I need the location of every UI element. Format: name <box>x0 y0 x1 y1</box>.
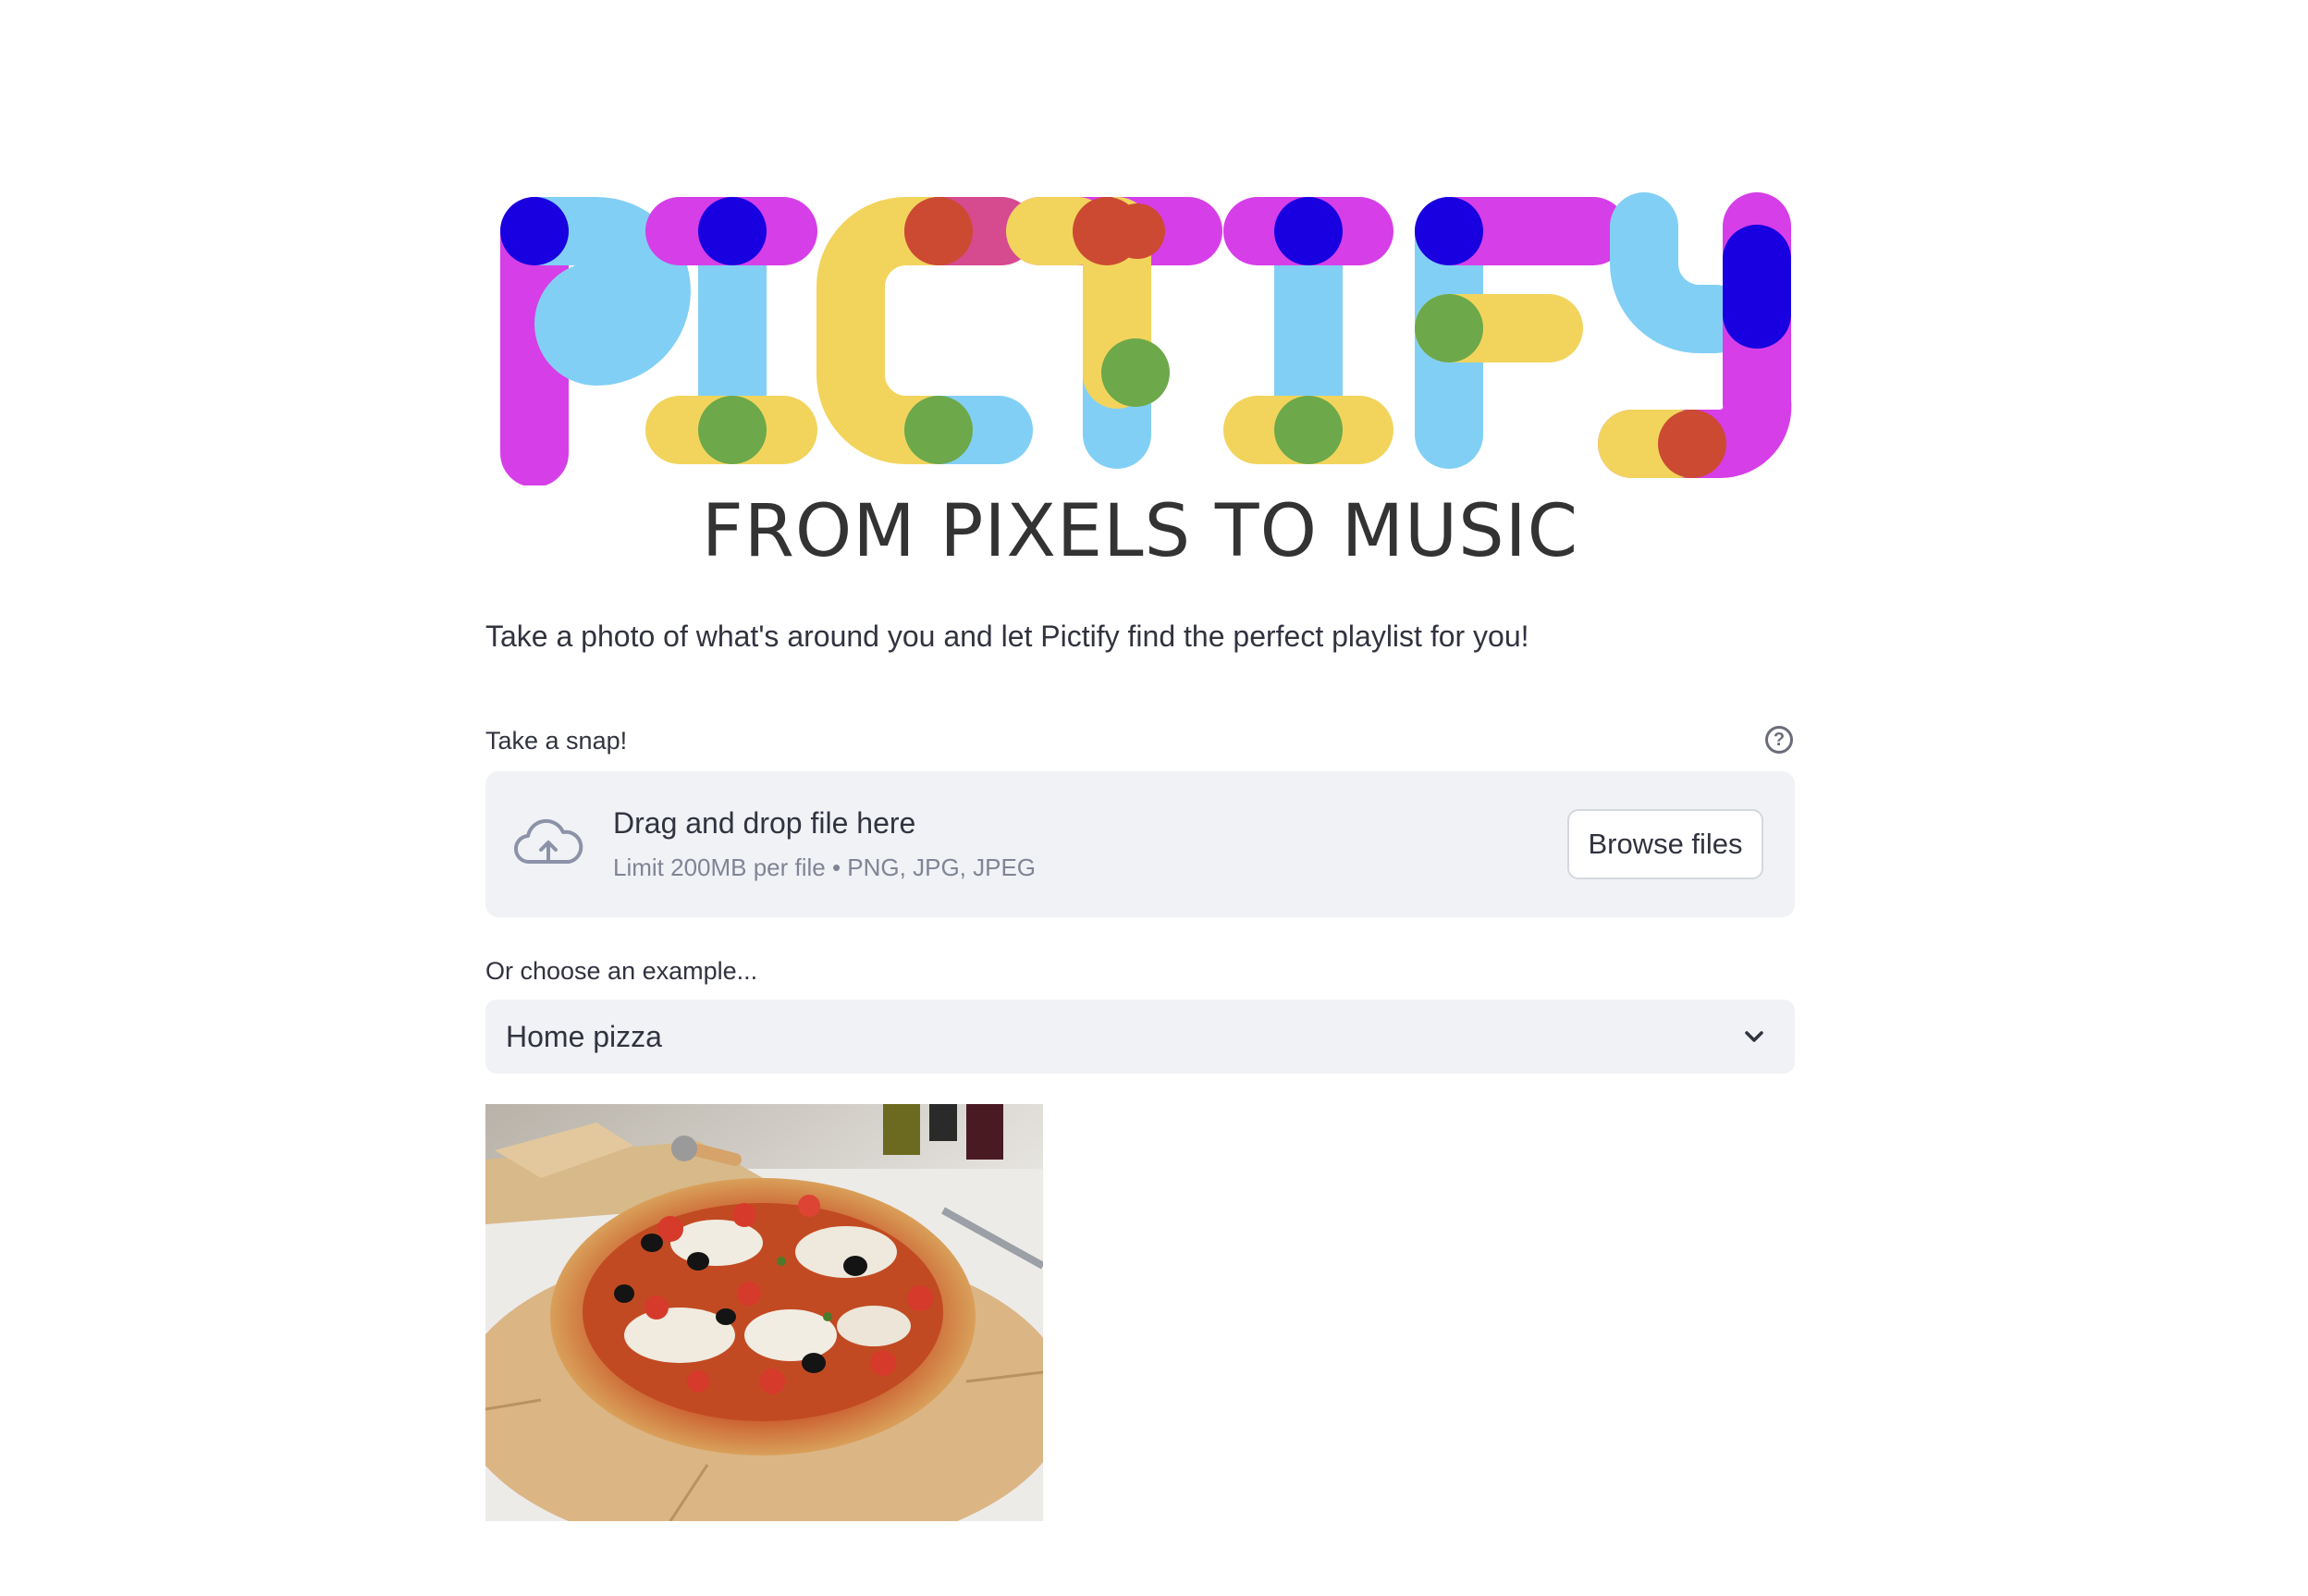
intro-text: Take a photo of what's around you and le… <box>485 620 1529 653</box>
cloud-upload-icon <box>513 818 583 865</box>
example-select-label: Or choose an example... <box>485 957 758 985</box>
file-dropzone[interactable]: Drag and drop file here Limit 200MB per … <box>485 771 1795 917</box>
dropzone-limits: Limit 200MB per file • PNG, JPG, JPEG <box>613 853 1037 881</box>
browse-files-button[interactable]: Browse files <box>1567 809 1763 879</box>
page: FROM PIXELS TO MUSIC Take a photo of wha… <box>0 0 2308 1596</box>
example-select-value: Home pizza <box>506 1020 662 1053</box>
logo-tagline: FROM PIXELS TO MUSIC <box>701 490 1579 573</box>
dropzone-title: Drag and drop file here <box>613 806 916 840</box>
chevron-down-icon[interactable] <box>1741 1024 1767 1050</box>
example-photo-pizza <box>485 1104 1043 1521</box>
example-select[interactable]: Home pizza <box>485 1000 1795 1074</box>
question-circle-icon[interactable]: ? <box>1765 726 1793 754</box>
logo-wordmark-graphic <box>500 192 1792 485</box>
pizza-image <box>485 1104 1043 1521</box>
uploader-label: Take a snap! <box>485 727 628 755</box>
